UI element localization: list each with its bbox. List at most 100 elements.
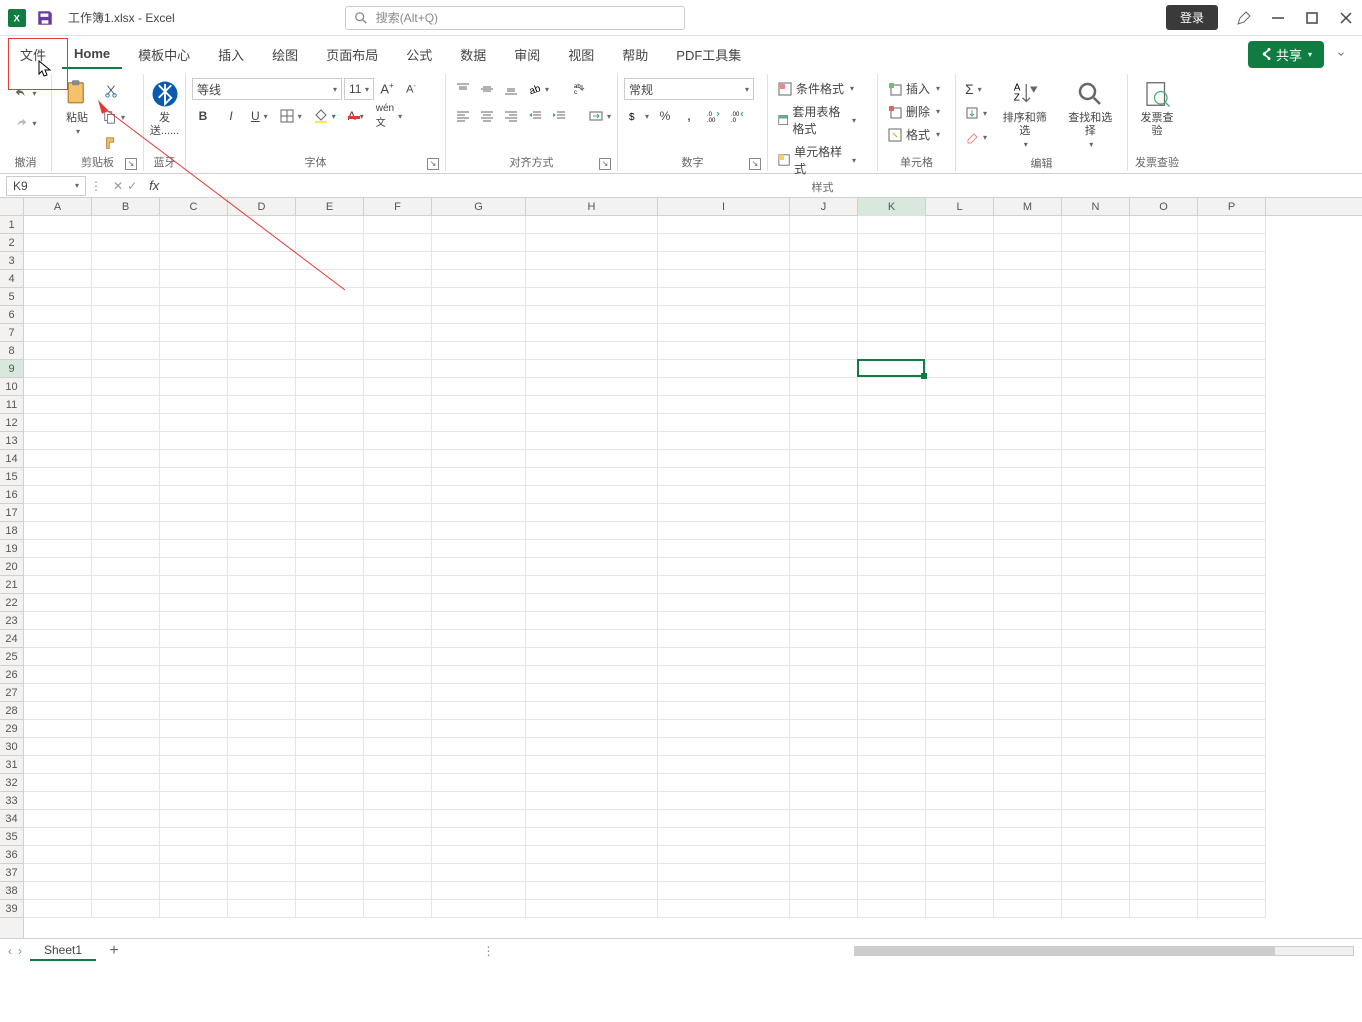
border-button[interactable]: ▾ [277,105,305,127]
row-header-17[interactable]: 17 [0,504,23,522]
minimize-icon[interactable] [1270,10,1286,26]
orientation-button[interactable]: ab▾ [524,78,552,100]
tab-file[interactable]: 文件 [8,39,58,70]
tab-data[interactable]: 数据 [448,39,498,70]
cell-style-button[interactable]: 单元格样式▾ [774,141,860,179]
row-header-26[interactable]: 26 [0,666,23,684]
name-box[interactable]: K9▾ [6,176,86,196]
row-header-37[interactable]: 37 [0,864,23,882]
row-header-29[interactable]: 29 [0,720,23,738]
find-select-button[interactable]: 查找和选择▾ [1060,76,1121,155]
row-header-3[interactable]: 3 [0,252,23,270]
font-name-combo[interactable]: 等线▾ [192,78,342,100]
cut-button[interactable] [100,80,122,102]
underline-button[interactable]: U▾ [248,105,271,127]
table-format-button[interactable]: 套用表格格式▾ [774,101,860,139]
fill-color-button[interactable]: ▾ [311,105,339,127]
formula-bar-handle[interactable]: ⋮ [90,179,103,193]
sheet-prev-icon[interactable]: ‹ [8,944,12,958]
horizontal-scrollbar[interactable] [854,946,1354,956]
insert-cells-button[interactable]: 插入▾ [884,78,954,99]
delete-cells-button[interactable]: 删除▾ [884,101,954,122]
percent-button[interactable]: % [654,105,676,127]
row-header-2[interactable]: 2 [0,234,23,252]
col-header-M[interactable]: M [994,198,1062,216]
row-header-38[interactable]: 38 [0,882,23,900]
col-header-J[interactable]: J [790,198,858,216]
row-header-23[interactable]: 23 [0,612,23,630]
redo-button[interactable]: ▾ [11,112,39,134]
paste-button[interactable]: 粘贴▾ [58,76,96,141]
undo-button[interactable]: ▾ [11,82,39,104]
currency-button[interactable]: $▾ [624,105,652,127]
pen-icon[interactable] [1236,10,1252,26]
row-header-24[interactable]: 24 [0,630,23,648]
row-header-22[interactable]: 22 [0,594,23,612]
col-header-D[interactable]: D [228,198,296,216]
tab-template[interactable]: 模板中心 [126,39,202,70]
row-header-35[interactable]: 35 [0,828,23,846]
align-bottom-button[interactable] [500,78,522,100]
phonetic-button[interactable]: wén文▾ [373,105,405,127]
conditional-format-button[interactable]: 条件格式▾ [774,78,860,99]
row-header-15[interactable]: 15 [0,468,23,486]
row-header-10[interactable]: 10 [0,378,23,396]
tab-view[interactable]: 视图 [556,39,606,70]
col-header-E[interactable]: E [296,198,364,216]
tab-pdf[interactable]: PDF工具集 [664,39,753,70]
tab-home[interactable]: Home [62,40,122,69]
tab-formulas[interactable]: 公式 [394,39,444,70]
tab-insert[interactable]: 插入 [206,39,256,70]
share-button[interactable]: 共享 ▾ [1248,41,1324,68]
search-box[interactable]: 搜索(Alt+Q) [345,6,685,30]
tab-review[interactable]: 审阅 [502,39,552,70]
increase-decimal-button[interactable]: .0.00 [702,105,724,127]
row-header-16[interactable]: 16 [0,486,23,504]
formula-input[interactable] [163,176,1356,196]
select-all-corner[interactable] [0,198,24,216]
col-header-H[interactable]: H [526,198,658,216]
col-header-N[interactable]: N [1062,198,1130,216]
sort-filter-button[interactable]: AZ 排序和筛选▾ [994,76,1055,155]
col-header-P[interactable]: P [1198,198,1266,216]
merge-button[interactable]: ▾ [586,105,614,127]
format-cells-button[interactable]: 格式▾ [884,124,954,145]
italic-button[interactable]: I [220,105,242,127]
maximize-icon[interactable] [1304,10,1320,26]
copy-button[interactable]: ▾ [100,106,128,128]
row-header-18[interactable]: 18 [0,522,23,540]
row-header-33[interactable]: 33 [0,792,23,810]
autosum-button[interactable]: Σ▾ [962,78,990,100]
row-header-20[interactable]: 20 [0,558,23,576]
align-left-button[interactable] [452,105,474,127]
row-header-7[interactable]: 7 [0,324,23,342]
comma-button[interactable]: , [678,105,700,127]
row-header-5[interactable]: 5 [0,288,23,306]
align-launcher[interactable]: ↘ [599,158,611,170]
cells-area[interactable] [24,216,1362,938]
fill-button[interactable]: ▾ [962,102,990,124]
tab-draw[interactable]: 绘图 [260,39,310,70]
align-center-button[interactable] [476,105,498,127]
row-header-13[interactable]: 13 [0,432,23,450]
row-header-25[interactable]: 25 [0,648,23,666]
row-header-14[interactable]: 14 [0,450,23,468]
row-header-36[interactable]: 36 [0,846,23,864]
active-cell[interactable] [857,359,925,377]
fx-icon[interactable]: fx [149,178,159,193]
col-header-C[interactable]: C [160,198,228,216]
row-header-1[interactable]: 1 [0,216,23,234]
increase-indent-button[interactable] [548,105,570,127]
row-header-4[interactable]: 4 [0,270,23,288]
row-header-8[interactable]: 8 [0,342,23,360]
row-header-32[interactable]: 32 [0,774,23,792]
number-launcher[interactable]: ↘ [749,158,761,170]
row-header-12[interactable]: 12 [0,414,23,432]
number-format-combo[interactable]: 常规▾ [624,78,754,100]
row-header-31[interactable]: 31 [0,756,23,774]
col-header-O[interactable]: O [1130,198,1198,216]
col-header-I[interactable]: I [658,198,790,216]
col-header-A[interactable]: A [24,198,92,216]
clear-button[interactable]: ▾ [962,126,990,148]
ribbon-expand-icon[interactable] [1336,49,1346,59]
